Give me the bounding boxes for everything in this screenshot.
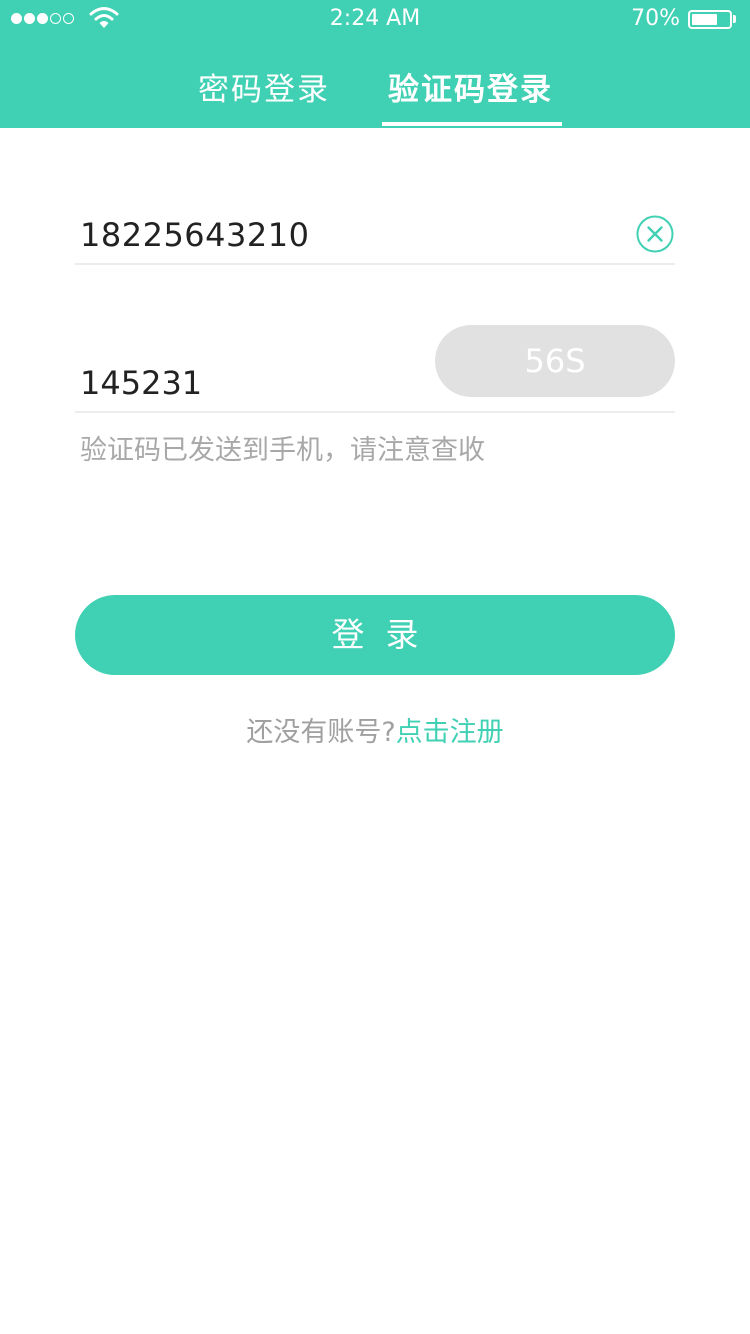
status-bar: 2:24 AM 70% (0, 0, 750, 40)
battery-tip (733, 15, 736, 23)
battery-percent: 70% (631, 6, 680, 31)
register-line: 还没有账号?点击注册 (0, 710, 750, 749)
register-link[interactable]: 点击注册 (396, 717, 504, 748)
register-prompt: 还没有账号? (246, 717, 396, 748)
battery-icon (688, 10, 732, 29)
tab-code-login[interactable]: 验证码登录 (388, 64, 553, 109)
active-tab-indicator (382, 122, 562, 126)
battery-level (692, 14, 717, 25)
verification-code-input[interactable]: 145231 (80, 364, 202, 402)
resend-code-countdown-button[interactable]: 56S (435, 325, 675, 397)
code-sent-hint: 验证码已发送到手机，请注意查收 (80, 435, 485, 466)
login-button[interactable]: 登 录 (75, 595, 675, 675)
close-circle-icon[interactable] (636, 215, 674, 253)
phone-divider (75, 263, 675, 265)
tab-password-login[interactable]: 密码登录 (198, 64, 330, 109)
code-divider (75, 411, 675, 413)
header: 2:24 AM 70% 密码登录 验证码登录 (0, 0, 750, 128)
phone-input[interactable]: 18225643210 (80, 216, 309, 254)
